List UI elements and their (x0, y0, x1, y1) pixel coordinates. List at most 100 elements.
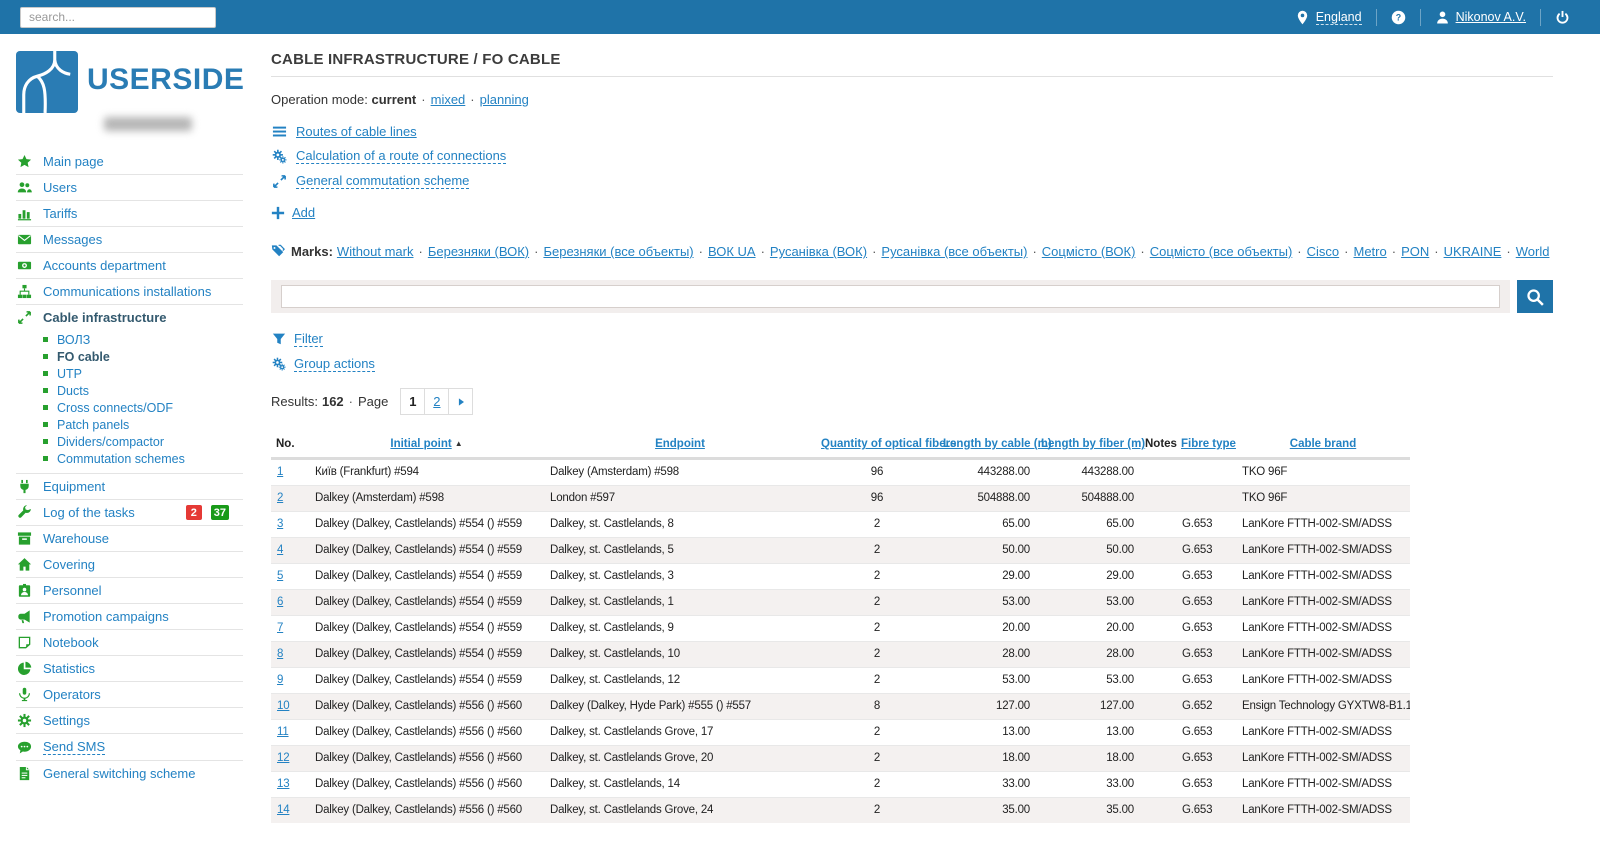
mark-link-русанівка-вок[interactable]: Русанівка (ВОК) (770, 244, 867, 259)
sortable-column-link[interactable]: Initial point (390, 438, 451, 450)
user-icon (1435, 10, 1450, 25)
cable-record-link[interactable]: 8 (277, 648, 283, 660)
location-switcher[interactable]: England (1281, 10, 1376, 25)
mark-link-вок-ua[interactable]: ВОК UA (708, 244, 756, 259)
sidebar-item-promotion-campaigns[interactable]: Promotion campaigns (16, 603, 243, 629)
sidebar-subitem-fo-cable[interactable]: FO cable (43, 348, 243, 365)
help-button[interactable]: ? (1377, 10, 1420, 25)
sidebar-item-warehouse[interactable]: Warehouse (16, 525, 243, 551)
page-link[interactable]: 2 (433, 394, 440, 409)
sortable-column-link[interactable]: Fibre type (1181, 438, 1236, 450)
sidebar-subitem-utp[interactable]: UTP (43, 365, 243, 382)
mark-link-русанівка-все-объекты[interactable]: Русанівка (все объекты) (881, 244, 1027, 259)
column-header-length-by-fiber-m[interactable]: Length by fiber (m) (1036, 431, 1140, 459)
user-menu[interactable]: Nikonov A.V. (1421, 10, 1540, 25)
column-header-quantity-of-optical-fibers[interactable]: Quantity of optical fibers (816, 431, 938, 459)
sidebar-item-operators[interactable]: Operators (16, 681, 243, 707)
sidebar-item-label: Accounts department (43, 258, 166, 273)
sidebar-subitem-patch-panels[interactable]: Patch panels (43, 416, 243, 433)
sortable-column-link[interactable]: Length by cable (m) (943, 438, 1052, 450)
sidebar-item-send-sms[interactable]: Send SMS (16, 733, 243, 760)
sidebar-item-equipment[interactable]: Equipment (16, 473, 243, 499)
column-header-initial-point[interactable]: Initial point▲ (309, 431, 544, 459)
table-search-button[interactable] (1517, 280, 1553, 313)
operation-mode-mixed-link[interactable]: mixed (431, 92, 466, 107)
location-link[interactable]: England (1316, 10, 1362, 25)
sidebar-subitem-commutation-schemes[interactable]: Commutation schemes (43, 450, 243, 467)
cable-record-link[interactable]: 6 (277, 596, 283, 608)
cell-quantity-of-optical-fibers: 2 (816, 772, 938, 798)
sortable-column-link[interactable]: Quantity of optical fibers (821, 438, 956, 450)
sidebar-subitem-label: Cross connects/ODF (57, 401, 173, 415)
quick-link-row: General commutation scheme (271, 173, 1553, 189)
sidebar-item-tariffs[interactable]: Tariffs (16, 200, 243, 226)
sidebar-item-accounts-department[interactable]: Accounts department (16, 252, 243, 278)
logout-button[interactable] (1541, 10, 1584, 25)
table-search-input[interactable] (281, 285, 1500, 308)
cable-record-link[interactable]: 14 (277, 804, 289, 816)
sortable-column-link[interactable]: Length by fiber (m) (1041, 438, 1145, 450)
routes-of-cable-lines-link[interactable]: Routes of cable lines (296, 124, 417, 139)
sidebar-subitem-cross-connects-odf[interactable]: Cross connects/ODF (43, 399, 243, 416)
sidebar-item-statistics[interactable]: Statistics (16, 655, 243, 681)
group-actions-link[interactable]: Group actions (294, 356, 375, 372)
mark-link-without-mark[interactable]: Without mark (337, 244, 414, 259)
user-name-link[interactable]: Nikonov A.V. (1456, 10, 1526, 24)
cell-notes (1140, 798, 1176, 824)
cell-length-by-fiber-m: 28.00 (1036, 642, 1140, 668)
mark-link-metro[interactable]: Metro (1354, 244, 1387, 259)
column-header-endpoint[interactable]: Endpoint (544, 431, 816, 459)
mark-link-березняки-вок[interactable]: Березняки (ВОК) (428, 244, 529, 259)
operation-mode-planning-link[interactable]: planning (480, 92, 529, 107)
sidebar-item-covering[interactable]: Covering (16, 551, 243, 577)
cable-record-link[interactable]: 4 (277, 544, 283, 556)
cable-record-link[interactable]: 5 (277, 570, 283, 582)
sidebar-subitem-волз[interactable]: ВОЛЗ (43, 331, 243, 348)
cable-record-link[interactable]: 1 (277, 466, 283, 478)
column-header-length-by-cable-m[interactable]: Length by cable (m) (938, 431, 1036, 459)
mark-link-ukraine[interactable]: UKRAINE (1444, 244, 1502, 259)
mark-link-березняки-все-объекты[interactable]: Березняки (все объекты) (543, 244, 693, 259)
cable-record-link[interactable]: 11 (277, 726, 289, 738)
sidebar-item-main-page[interactable]: Main page (16, 149, 243, 174)
cable-record-link[interactable]: 7 (277, 622, 283, 634)
page-button-2[interactable]: 2 (424, 388, 449, 415)
logo[interactable]: USERSIDE (16, 51, 261, 113)
next-page-button[interactable] (448, 388, 473, 415)
sortable-column-link[interactable]: Cable brand (1290, 438, 1356, 450)
sidebar-item-communications-installations[interactable]: Communications installations (16, 278, 243, 304)
sidebar-item-messages[interactable]: Messages (16, 226, 243, 252)
general-commutation-scheme-link[interactable]: General commutation scheme (296, 173, 469, 189)
mark-link-cisco[interactable]: Cisco (1307, 244, 1340, 259)
cable-record-link[interactable]: 12 (277, 752, 289, 764)
add-link[interactable]: Add (292, 205, 315, 220)
cell-initial-point: Dalkey (Amsterdam) #598 (309, 486, 544, 512)
cable-record-link[interactable]: 10 (277, 700, 289, 712)
cable-record-link[interactable]: 13 (277, 778, 289, 790)
cell-quantity-of-optical-fibers: 2 (816, 720, 938, 746)
cable-record-link[interactable]: 9 (277, 674, 283, 686)
sidebar-item-log-of-the-tasks[interactable]: Log of the tasks237 (16, 499, 243, 525)
cable-record-link[interactable]: 2 (277, 492, 283, 504)
sidebar-subitem-ducts[interactable]: Ducts (43, 382, 243, 399)
global-search-input[interactable] (29, 10, 195, 24)
sidebar-subitem-dividers-compactor[interactable]: Dividers/compactor (43, 433, 243, 450)
sidebar-item-cable-infrastructure[interactable]: Cable infrastructure (16, 304, 243, 330)
sidebar-item-settings[interactable]: Settings (16, 707, 243, 733)
column-header-fibre-type[interactable]: Fibre type (1176, 431, 1236, 459)
sidebar-item-users[interactable]: Users (16, 174, 243, 200)
sidebar-item-personnel[interactable]: Personnel (16, 577, 243, 603)
mark-link-соцмісто-вок[interactable]: Соцмісто (ВОК) (1042, 244, 1136, 259)
sidebar-item-notebook[interactable]: Notebook (16, 629, 243, 655)
sortable-column-link[interactable]: Endpoint (655, 438, 705, 450)
cable-record-link[interactable]: 3 (277, 518, 283, 530)
global-search[interactable] (20, 7, 216, 28)
sidebar-item-general-switching-scheme[interactable]: General switching scheme (16, 760, 243, 786)
column-header-cable-brand[interactable]: Cable brand (1236, 431, 1410, 459)
mark-link-pon[interactable]: PON (1401, 244, 1429, 259)
mark-link-world[interactable]: World (1516, 244, 1550, 259)
filter-link[interactable]: Filter (294, 331, 323, 347)
cell-length-by-cable-m: 33.00 (938, 772, 1036, 798)
mark-link-соцмісто-все-объекты[interactable]: Соцмісто (все объекты) (1150, 244, 1293, 259)
calculation-of-a-route-of-connections-link[interactable]: Calculation of a route of connections (296, 148, 506, 164)
